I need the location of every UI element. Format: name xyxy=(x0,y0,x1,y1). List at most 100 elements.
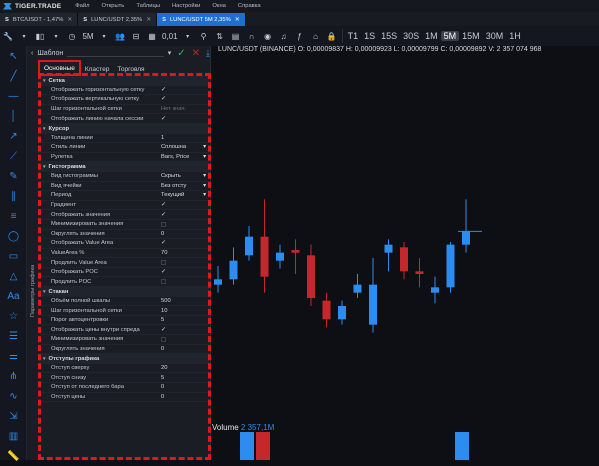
timeframe-1h[interactable]: 1H xyxy=(506,31,524,41)
checkbox-empty-icon[interactable] xyxy=(161,221,166,227)
fibonacci-icon[interactable]: ☰ xyxy=(0,326,27,346)
magnet-icon[interactable]: ∩ xyxy=(246,28,258,44)
trend-line-icon[interactable]: ╱ xyxy=(0,66,27,86)
close-icon[interactable]: ✕ xyxy=(146,17,151,23)
property-checkbox[interactable]: ✓ xyxy=(159,240,209,246)
checkbox-empty-icon[interactable] xyxy=(161,279,166,285)
property-checkbox[interactable]: ✓ xyxy=(159,116,209,122)
property-input[interactable]: 70 xyxy=(159,250,209,256)
ellipse-icon[interactable]: ◯ xyxy=(0,226,27,246)
chevron-down-icon[interactable]: ▾ xyxy=(203,144,206,150)
chevron-down-icon[interactable]: ▾ xyxy=(182,28,194,44)
property-input[interactable]: 0 xyxy=(159,384,209,390)
menu-tables[interactable]: Таблицы xyxy=(136,3,160,9)
chevron-down-icon[interactable]: ▾ xyxy=(43,78,46,84)
property-checkbox[interactable]: ✓ xyxy=(159,327,209,333)
section-header[interactable]: ▾ Стакан xyxy=(39,287,209,297)
arrows-icon[interactable]: ⇅ xyxy=(214,28,226,44)
property-checkbox[interactable] xyxy=(159,221,209,227)
property-checkbox[interactable]: ✓ xyxy=(159,87,209,93)
property-select[interactable]: Сплошна ▾ xyxy=(159,144,209,150)
pitchfork-icon[interactable]: ⋔ xyxy=(0,366,27,386)
tab-lunc-usdt[interactable]: S LUNC/USDT 2,35% ✕ xyxy=(78,13,158,26)
chevron-down-icon[interactable]: ▾ xyxy=(43,356,46,362)
filter-icon[interactable]: ⚲ xyxy=(198,28,210,44)
levels-icon[interactable]: ⚌ xyxy=(0,346,27,366)
property-select[interactable]: Текущий ▾ xyxy=(159,192,209,198)
ray-icon[interactable]: ⟋ xyxy=(0,146,27,166)
timeframe-30m[interactable]: 30M xyxy=(483,31,507,41)
close-icon[interactable]: ✕ xyxy=(67,17,72,23)
star-icon[interactable]: ☆ xyxy=(0,306,27,326)
grid-icon[interactable]: ▤ xyxy=(230,28,242,44)
menu-settings[interactable]: Настройки xyxy=(172,3,200,9)
tab-main[interactable]: Основные xyxy=(38,60,81,76)
property-select[interactable]: Bars, Price ▾ xyxy=(159,154,209,160)
chevron-down-icon[interactable]: ▾ xyxy=(203,173,206,179)
brush-icon[interactable]: ✎ xyxy=(0,166,27,186)
people-icon[interactable]: 👥 xyxy=(114,28,126,44)
property-select[interactable]: Скрыть ▾ xyxy=(159,173,209,179)
eye-icon[interactable]: ◉ xyxy=(262,28,274,44)
menu-open[interactable]: Открыть xyxy=(102,3,125,9)
menu-file[interactable]: Файл xyxy=(75,3,89,9)
tab-trading[interactable]: Торговля xyxy=(113,63,148,76)
indicator-icon[interactable]: ƒ xyxy=(294,28,306,44)
cancel-x-icon[interactable]: ✕ xyxy=(192,48,200,59)
property-input[interactable]: 0 xyxy=(159,346,209,352)
channel-icon[interactable]: ≡ xyxy=(0,206,27,226)
property-input[interactable]: 10 xyxy=(159,308,209,314)
tab-lunc-usdt-5m[interactable]: S LUNC/USDT 5M 2,35% ✕ xyxy=(157,13,246,26)
arrow-icon[interactable]: ↗ xyxy=(0,126,27,146)
chevron-down-icon[interactable]: ▾ xyxy=(43,164,46,170)
timeframe-t1[interactable]: T1 xyxy=(345,31,362,41)
property-checkbox[interactable]: ✓ xyxy=(159,202,209,208)
parallel-channel-icon[interactable]: ∥ xyxy=(0,186,27,206)
chevron-down-icon[interactable]: ▾ xyxy=(18,28,30,44)
lock-icon[interactable]: 🔒 xyxy=(326,28,338,44)
property-checkbox[interactable] xyxy=(159,279,209,285)
chevron-down-icon[interactable]: ▾ xyxy=(43,289,46,295)
timeframe-1s[interactable]: 1S xyxy=(361,31,378,41)
chevron-down-icon[interactable]: ▾ xyxy=(203,183,206,189)
property-input[interactable]: 5 xyxy=(159,375,209,381)
tab-btc-usdt[interactable]: S BTC/USDT - 1,47% ✕ xyxy=(0,13,79,26)
timeframe-select[interactable]: 5M xyxy=(82,28,94,44)
property-input[interactable]: 1 xyxy=(159,135,209,141)
triangle-icon[interactable]: △ xyxy=(0,266,27,286)
vertical-line-icon[interactable]: │ xyxy=(0,106,27,126)
horizontal-line-icon[interactable]: — xyxy=(0,86,27,106)
chevron-down-icon[interactable]: ▾ xyxy=(98,28,110,44)
section-header[interactable]: ▾ Отступы графика xyxy=(39,354,209,364)
property-input[interactable]: 0 xyxy=(159,394,209,400)
clock-icon[interactable]: ◷ xyxy=(66,28,78,44)
property-select[interactable]: Без отсту ▾ xyxy=(159,183,209,189)
timeframe-30s[interactable]: 30S xyxy=(400,31,422,41)
chevron-down-icon[interactable]: ▾ xyxy=(203,154,206,160)
back-chevron-icon[interactable]: ‹ xyxy=(31,50,33,57)
gann-icon[interactable]: ▥ xyxy=(0,426,27,446)
close-icon[interactable]: ✕ xyxy=(235,17,240,23)
checkbox-empty-icon[interactable] xyxy=(161,260,166,266)
chevron-down-icon[interactable]: ▾ xyxy=(203,192,206,198)
chart-type-icon[interactable]: ▮▯ xyxy=(34,28,46,44)
rectangle-icon[interactable]: ▭ xyxy=(0,246,27,266)
property-input[interactable]: 500 xyxy=(159,298,209,304)
chevron-down-icon[interactable]: ▾ xyxy=(168,49,172,57)
menu-help[interactable]: Справка xyxy=(238,3,261,9)
template-select[interactable] xyxy=(67,49,164,57)
wave-icon[interactable]: ∿ xyxy=(0,386,27,406)
candlestick-chart[interactable] xyxy=(210,46,599,460)
wrench-icon[interactable]: 🔧 xyxy=(2,28,14,44)
tick-size-select[interactable]: 0,01 xyxy=(162,28,178,44)
property-checkbox[interactable]: ✓ xyxy=(159,212,209,218)
property-input[interactable]: 20 xyxy=(159,365,209,371)
timeframe-5m[interactable]: 5M xyxy=(440,31,460,41)
pointer-icon[interactable]: ↖ xyxy=(0,46,27,66)
layout-icon[interactable]: ⊟ xyxy=(130,28,142,44)
checkbox-empty-icon[interactable] xyxy=(161,336,166,342)
menu-windows[interactable]: Окна xyxy=(212,3,225,9)
section-header[interactable]: ▾ Гистограмма xyxy=(39,162,209,172)
text-icon[interactable]: Aa xyxy=(0,286,27,306)
chevron-down-icon[interactable]: ▾ xyxy=(43,126,46,132)
